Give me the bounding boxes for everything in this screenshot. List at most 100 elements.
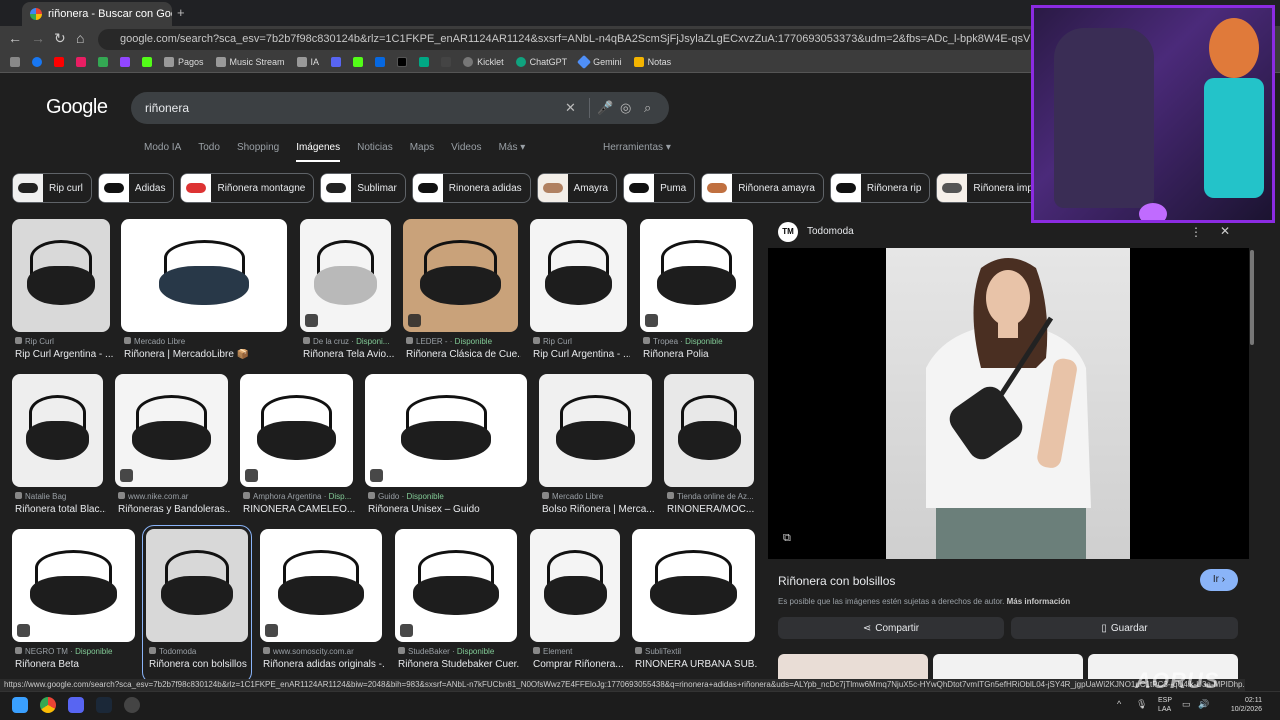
result-title[interactable]: Riñonera Beta xyxy=(15,659,138,670)
apps-icon[interactable] xyxy=(10,57,20,67)
steam-icon[interactable] xyxy=(96,697,112,713)
tab-videos[interactable]: Videos xyxy=(451,142,481,162)
result-title[interactable]: RIÑONERA URBANA SUB... xyxy=(635,659,758,670)
tab-todo[interactable]: Todo xyxy=(198,142,220,162)
save-button[interactable]: ▯ Guardar xyxy=(1011,617,1238,639)
result-thumbnail[interactable] xyxy=(365,374,527,487)
image-result[interactable]: Mercado Libre Riñonera | MercadoLibre 📦 xyxy=(121,219,287,370)
result-thumbnail[interactable] xyxy=(12,529,135,642)
result-thumbnail[interactable] xyxy=(240,374,353,487)
result-thumbnail[interactable] xyxy=(12,374,103,487)
result-thumbnail[interactable] xyxy=(664,374,754,487)
facebook-icon[interactable] xyxy=(32,57,42,67)
image-result[interactable]: Rip Curl Rip Curl Argentina - ... xyxy=(530,219,630,370)
visit-button[interactable]: Ir › xyxy=(1200,569,1238,591)
result-title[interactable]: Riñonera Unisex – Guido xyxy=(368,504,530,515)
kick-icon[interactable] xyxy=(142,57,152,67)
preview-source[interactable]: Todomoda xyxy=(807,226,854,237)
result-thumbnail[interactable] xyxy=(12,219,110,332)
result-thumbnail[interactable] xyxy=(146,529,248,642)
result-title[interactable]: Rip Curl Argentina - ... xyxy=(533,349,630,360)
tab-noticias[interactable]: Noticias xyxy=(357,142,393,162)
bookmark-pagos[interactable]: Pagos xyxy=(164,57,204,67)
tab-maps[interactable]: Maps xyxy=(410,142,434,162)
image-result[interactable]: NEGRO TM · Disponible Riñonera Beta xyxy=(12,529,135,680)
clear-search-icon[interactable]: ✕ xyxy=(565,100,576,116)
bookmark-notas[interactable]: Notas xyxy=(633,57,671,67)
result-title[interactable]: Riñonera Clásica de Cue... xyxy=(406,349,521,360)
chip-2[interactable]: Riñonera montagne xyxy=(180,173,315,203)
result-title[interactable]: Riñonera Studebaker Cuer... xyxy=(398,659,520,670)
bookmark-chatgpt[interactable]: ChatGPT xyxy=(515,57,567,67)
preview-image[interactable] xyxy=(886,248,1130,559)
result-title[interactable]: Riñonera adidas originals -... xyxy=(263,659,385,670)
volume-icon[interactable]: 🔊 xyxy=(1198,699,1209,710)
bookmark-icon[interactable] xyxy=(441,57,452,67)
tab-shopping[interactable]: Shopping xyxy=(237,142,279,162)
result-thumbnail[interactable] xyxy=(260,529,382,642)
result-title[interactable]: RIÑONERA CAMELEO... xyxy=(243,504,356,515)
bookmark-ia[interactable]: IA xyxy=(296,57,319,67)
image-result[interactable]: www.somoscity.com.ar Riñonera adidas orig… xyxy=(260,529,385,680)
close-panel-icon[interactable]: ✕ xyxy=(1220,224,1230,238)
image-result[interactable]: www.nike.com.ar Riñoneras y Bandoleras... xyxy=(115,374,231,525)
discord-icon[interactable] xyxy=(68,697,84,713)
image-result[interactable]: Rip Curl Rip Curl Argentina - ... xyxy=(12,219,113,370)
share-button[interactable]: ⋖ Compartir xyxy=(778,617,1004,639)
chip-7[interactable]: Riñonera amayra xyxy=(701,173,824,203)
result-title[interactable]: Riñoneras y Bandoleras... xyxy=(118,504,231,515)
discord-icon[interactable] xyxy=(331,57,342,67)
image-result[interactable]: StudeBaker · Disponible Riñonera Studebak… xyxy=(395,529,520,680)
bookmark-gemini[interactable]: Gemini xyxy=(577,54,622,70)
meta-icon[interactable] xyxy=(375,57,386,67)
chip-4[interactable]: Rinonera adidas xyxy=(411,173,531,203)
bookmark-kicklet[interactable]: Kicklet xyxy=(463,57,504,67)
forward-icon[interactable]: → xyxy=(31,30,45,46)
tab-active[interactable]: riñonera - Buscar con Google✕ xyxy=(22,2,172,26)
youtube-icon[interactable] xyxy=(54,57,64,67)
result-title[interactable]: Riñonera con bolsillos xyxy=(149,659,251,670)
lens-icon[interactable]: ◎ xyxy=(620,100,631,116)
obs-icon[interactable] xyxy=(124,697,140,713)
chrome-icon[interactable] xyxy=(40,697,56,713)
tab-modo-ia[interactable]: Modo IA xyxy=(144,142,181,162)
image-result[interactable]: Tienda online de Az... RIÑONERA/MOC... xyxy=(664,374,754,525)
result-thumbnail[interactable] xyxy=(632,529,755,642)
result-title[interactable]: Riñonera total Blac... xyxy=(15,504,106,515)
home-icon[interactable]: ⌂ xyxy=(76,30,84,46)
more-options-icon[interactable]: ⋮ xyxy=(1190,225,1202,239)
chip-8[interactable]: Riñonera rip xyxy=(829,173,931,203)
bookmark-icon[interactable] xyxy=(76,57,86,67)
panel-scrollbar[interactable] xyxy=(1250,250,1254,345)
result-title[interactable]: Bolso Riñonera | Merca... xyxy=(542,504,655,515)
result-thumbnail[interactable] xyxy=(530,529,620,642)
microphone-icon[interactable]: 🎤 xyxy=(597,100,613,116)
image-result[interactable]: Todomoda Riñonera con bolsillos xyxy=(142,525,252,684)
address-bar[interactable]: google.com/search?sca_esv=7b2b7f98c83012… xyxy=(98,29,1038,50)
result-title[interactable]: Riñonera Polia xyxy=(643,349,756,360)
chip-5[interactable]: Amayra xyxy=(536,173,618,203)
result-thumbnail[interactable] xyxy=(640,219,753,332)
image-result[interactable]: Tropea · Disponible Riñonera Polia xyxy=(640,219,753,370)
result-title[interactable]: RIÑONERA/MOC... xyxy=(667,504,757,515)
drive-icon[interactable] xyxy=(98,57,108,67)
tab-imagenes[interactable]: Imágenes xyxy=(296,142,341,162)
result-thumbnail[interactable] xyxy=(115,374,228,487)
image-result[interactable]: Mercado Libre Bolso Riñonera | Merca... xyxy=(539,374,655,525)
reload-icon[interactable]: ↻ xyxy=(54,30,66,47)
microphone-icon[interactable]: 🎙 xyxy=(1136,699,1147,710)
result-title[interactable]: Comprar Riñonera... xyxy=(533,659,623,670)
result-title[interactable]: Riñonera | MercadoLibre 📦 xyxy=(124,349,290,360)
related-image[interactable] xyxy=(778,654,928,679)
chip-3[interactable]: Sublimar xyxy=(320,173,406,203)
image-result[interactable]: SubliTextil RIÑONERA URBANA SUB... xyxy=(632,529,758,680)
kick-icon[interactable] xyxy=(353,57,364,67)
tools-button[interactable]: Herramientas ▾ xyxy=(603,142,671,153)
lens-search-icon[interactable]: ⧉ xyxy=(783,532,791,545)
more-info-link[interactable]: Más información xyxy=(1007,597,1071,606)
result-thumbnail[interactable] xyxy=(530,219,627,332)
image-result[interactable]: De la cruz · Disponi... Riñonera Tela Avi… xyxy=(300,219,394,370)
twitch-icon[interactable] xyxy=(120,57,130,67)
result-title[interactable]: Riñonera Tela Avio... xyxy=(303,349,394,360)
back-icon[interactable]: ← xyxy=(8,30,22,46)
